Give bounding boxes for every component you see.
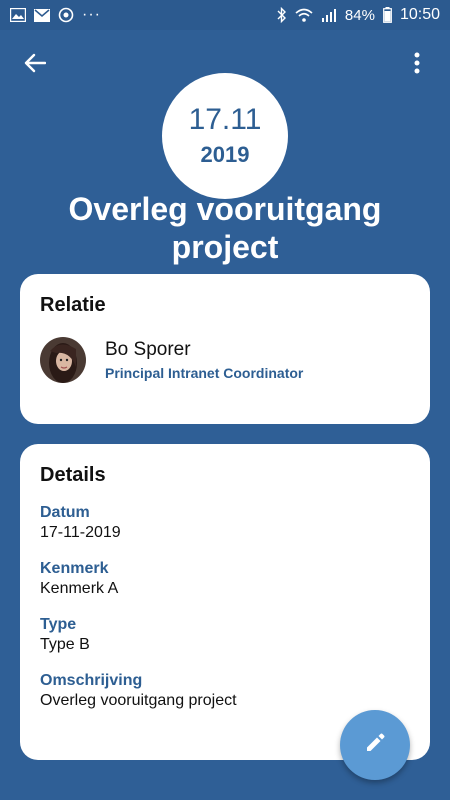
relation-name: Bo Sporer [105,339,191,360]
relatie-card: Relatie Bo Sporer Principal Intranet Coo… [20,274,430,424]
field-label: Kenmerk [40,560,109,577]
more-notifications-indicator: ··· [82,6,101,23]
wifi-icon [295,8,313,22]
sync-icon [58,7,74,23]
date-badge: 17.11 2019 [162,73,288,199]
signal-icon [321,8,337,22]
more-vert-icon [414,52,420,79]
page-title: Overleg vooruitgang project [68,191,382,265]
field-value: Overleg vooruitgang project [40,692,237,709]
field-label: Datum [40,504,90,521]
mail-icon [34,8,50,22]
field-label: Omschrijving [40,672,143,689]
battery-percent: 84% [344,6,375,24]
more-options-button[interactable] [402,50,432,80]
detail-field-datum: Datum 17-11-2019 [40,503,410,543]
details-card-title: Details [40,464,106,486]
date-day: 17.11 [188,103,262,136]
edit-button[interactable] [340,710,410,780]
relation-item[interactable]: Bo Sporer Principal Intranet Coordinator [40,337,410,383]
battery-icon [383,7,392,23]
field-value: Kenmerk A [40,580,119,597]
pencil-icon [364,732,386,759]
bluetooth-icon [277,7,287,23]
detail-field-kenmerk: Kenmerk Kenmerk A [40,559,410,599]
field-value: 17-11-2019 [40,524,121,541]
avatar [40,337,86,383]
relatie-card-title: Relatie [40,294,106,316]
status-bar: ··· 84% 10:50 [0,0,450,30]
back-button[interactable] [20,50,50,80]
date-year: 2019 [200,142,250,167]
clock: 10:50 [399,6,440,23]
field-label: Type [40,616,77,633]
detail-field-omschrijving: Omschrijving Overleg vooruitgang project [40,671,410,711]
field-value: Type B [40,636,90,653]
relation-role: Principal Intranet Coordinator [105,365,304,381]
arrow-back-icon [24,53,47,78]
gallery-icon [10,8,26,22]
detail-field-type: Type Type B [40,615,410,655]
